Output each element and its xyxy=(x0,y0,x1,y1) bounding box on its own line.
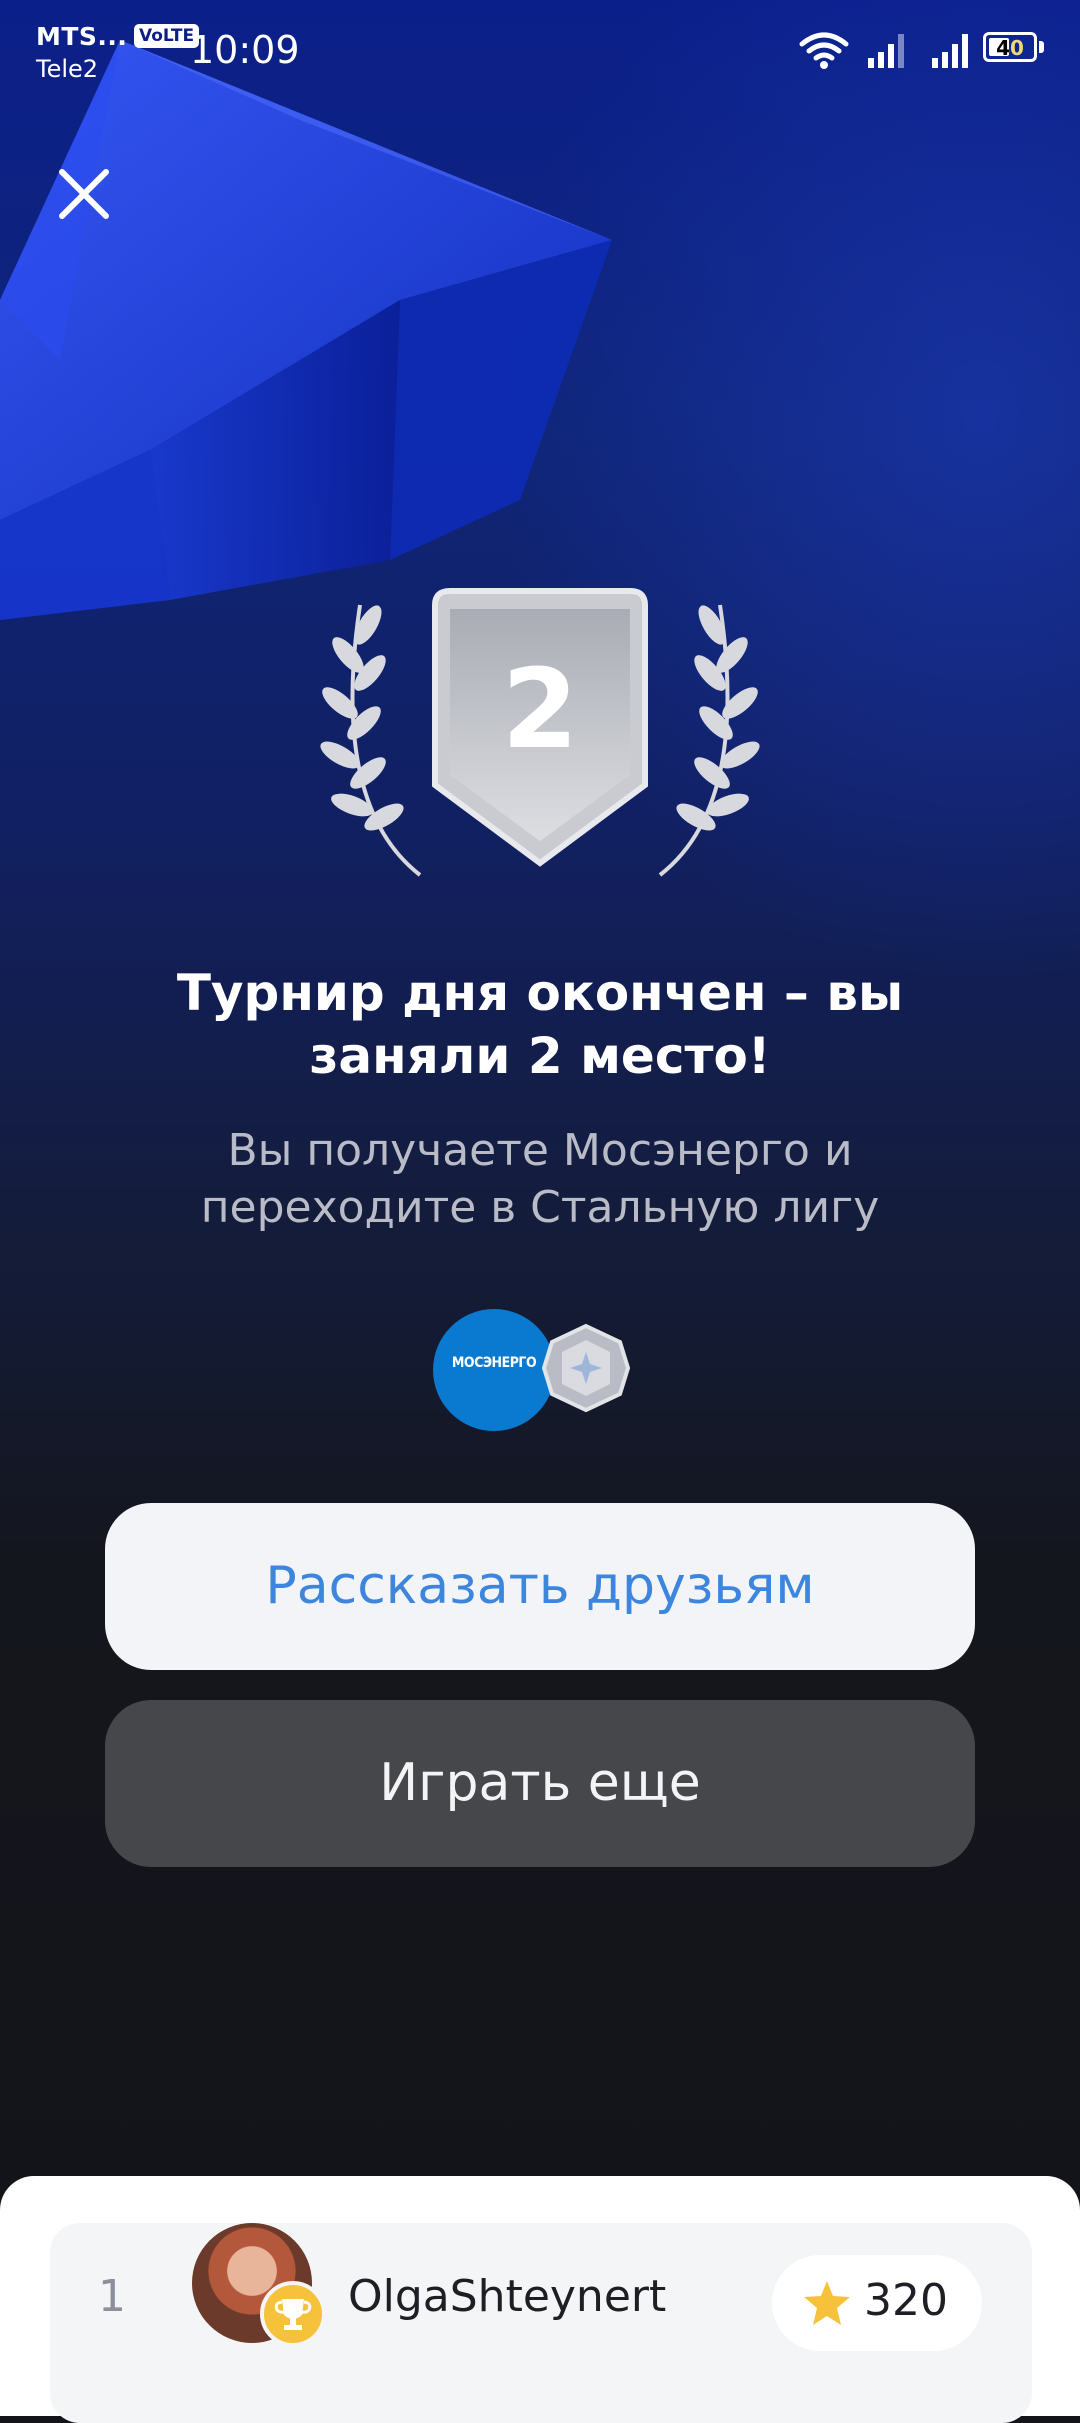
status-time: 10:09 xyxy=(190,28,300,72)
signal-icon xyxy=(868,34,904,68)
battery-cap xyxy=(1039,41,1044,53)
leaderboard-username: OlgaShteynert xyxy=(348,2271,667,2322)
close-icon[interactable] xyxy=(54,164,114,224)
steel-league-icon xyxy=(541,1323,631,1413)
leaderboard-score: 320 xyxy=(864,2275,948,2326)
mosenergo-logo: МОСЭНЕРГО xyxy=(433,1309,555,1431)
score-badge: 320 xyxy=(772,2255,982,2351)
place-badge: 2 xyxy=(300,585,780,885)
share-with-friends-button[interactable]: Рассказать друзьям xyxy=(105,1503,975,1670)
status-bar: MTS... Tele2 VoLTE 10:09 40 xyxy=(0,0,1080,110)
battery-level: 40 xyxy=(996,36,1024,60)
leaderboard-row[interactable]: 1 OlgaShteynert 320 xyxy=(50,2223,1032,2423)
result-subtitle: Вы получаете Мосэнерго и переходите в Ст… xyxy=(200,1125,880,1233)
battery-icon: 40 xyxy=(983,32,1037,62)
carrier-name-primary: MTS... xyxy=(36,22,128,51)
mosenergo-logo-text: МОСЭНЕРГО xyxy=(451,1355,537,1371)
play-again-button[interactable]: Играть еще xyxy=(105,1700,975,1867)
trophy-icon xyxy=(260,2281,326,2347)
star-icon xyxy=(804,2281,850,2325)
result-title: Турнир дня окончен – вы заняли 2 место! xyxy=(176,964,904,1085)
signal-icon-secondary xyxy=(932,34,968,68)
leaderboard-sheet: 1 OlgaShteynert 320 xyxy=(0,2176,1080,2423)
leaderboard-rank: 1 xyxy=(98,2271,126,2322)
wifi-icon xyxy=(799,32,849,69)
carrier-name-secondary: Tele2 xyxy=(36,55,99,83)
place-number: 2 xyxy=(501,645,579,773)
